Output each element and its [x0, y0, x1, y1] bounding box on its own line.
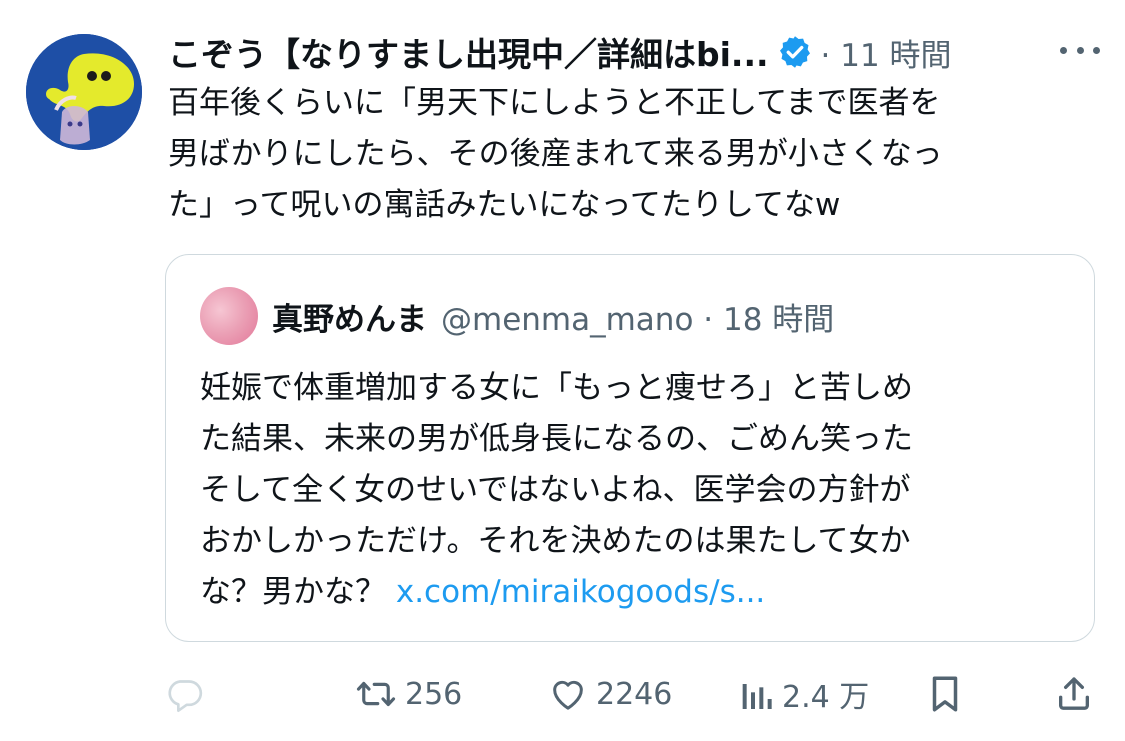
- author-display-name[interactable]: こぞう【なりすまし出現中／詳細はbi...: [168, 28, 769, 76]
- quoted-text-line: 妊娠で体重増加する女に「もっと痩せろ」と苦しめ: [200, 370, 913, 406]
- author-avatar[interactable]: [26, 34, 142, 150]
- tweet-header: こぞう【なりすまし出現中／詳細はbi... · 11 時間: [168, 26, 952, 78]
- repost-count: 256: [405, 676, 463, 712]
- views-button[interactable]: 2.4 万: [738, 668, 869, 720]
- like-button[interactable]: 2246: [548, 668, 672, 720]
- bookmark-button[interactable]: [926, 668, 964, 720]
- quoted-tweet-header: 真野めんま @menma_mano · 18 時間: [272, 293, 834, 339]
- quoted-tweet-card[interactable]: 真野めんま @menma_mano · 18 時間 妊娠で体重増加する女に「もっ…: [165, 254, 1095, 642]
- tweet[interactable]: こぞう【なりすまし出現中／詳細はbi... · 11 時間 百年後くらいに「男天…: [0, 0, 1125, 741]
- tweet-text-line: 百年後くらいに「男天下にしようと不正してまで医者を: [168, 85, 941, 121]
- quoted-text-line: た結果、未来の男が低身長になるの、ごめん笑った: [200, 421, 913, 457]
- repost-button[interactable]: 256: [355, 668, 462, 720]
- quoted-author-handle-time: @menma_mano · 18 時間: [441, 301, 835, 338]
- tweet-text: 百年後くらいに「男天下にしようと不正してまで医者を 男ばかりにしたら、その後産ま…: [168, 78, 1088, 231]
- heart-icon: [553, 680, 583, 710]
- verified-badge-icon: [777, 34, 813, 70]
- like-count: 2246: [596, 676, 673, 712]
- reply-icon: [168, 680, 203, 712]
- quoted-link[interactable]: x.com/miraikogoods/s...: [396, 574, 765, 610]
- octopus-avatar-icon: [26, 34, 142, 150]
- quoted-text-line-last: な？男かな？ x.com/miraikogoods/s...: [200, 567, 1070, 618]
- post-timestamp[interactable]: · 11 時間: [821, 30, 952, 75]
- action-bar: 256 2246 2.4 万: [0, 668, 1125, 720]
- quoted-text-line: おかしかっただけ。それを決めたのは果たして女か: [200, 523, 911, 559]
- share-button[interactable]: [1054, 668, 1094, 720]
- views-count: 2.4 万: [782, 680, 870, 715]
- tweet-text-line: た」って呪いの寓話みたいになってたりしてなw: [168, 187, 841, 223]
- bookmark-icon: [932, 676, 958, 712]
- quoted-text-tail: な？男かな？: [200, 574, 386, 610]
- repost-icon: [356, 681, 396, 707]
- share-icon: [1059, 677, 1089, 710]
- quoted-author-display-name[interactable]: 真野めんま: [272, 294, 427, 339]
- reply-button[interactable]: [165, 668, 213, 720]
- tweet-text-line: 男ばかりにしたら、その後産まれて来る男が小さくなっ: [168, 136, 943, 172]
- quoted-text-line: そして全く女のせいではないよね、医学会の方針が: [200, 472, 911, 508]
- more-options-icon[interactable]: [1060, 38, 1100, 62]
- quoted-author-avatar[interactable]: [200, 287, 258, 345]
- quoted-tweet-text: 妊娠で体重増加する女に「もっと痩せろ」と苦しめ た結果、未来の男が低身長になるの…: [200, 363, 1070, 618]
- analytics-icon: [742, 684, 772, 709]
